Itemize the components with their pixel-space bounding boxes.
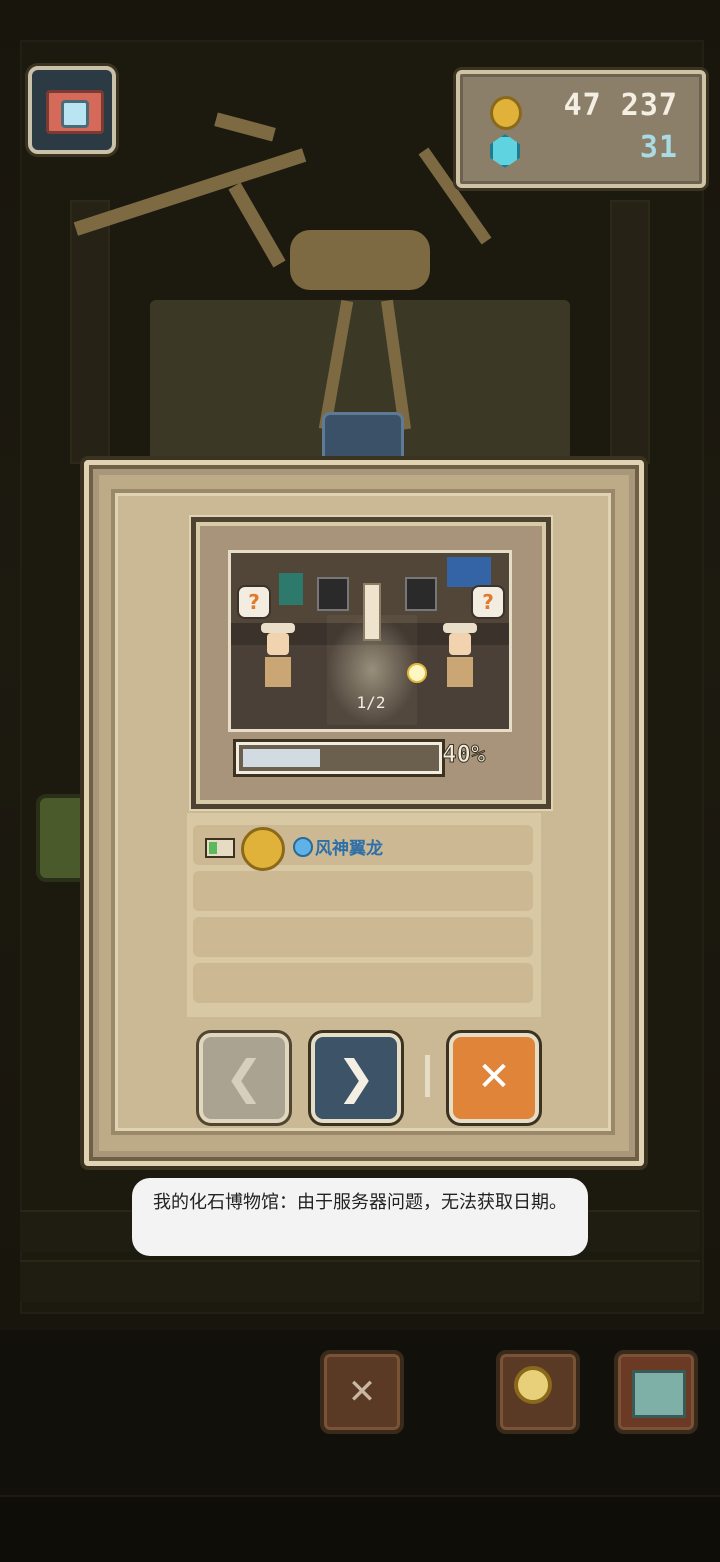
researcher [447,657,473,687]
machine [317,577,349,611]
map-button[interactable] [614,1350,698,1434]
machine [405,577,437,611]
researcher-hat [443,623,477,633]
research-dialog: ? ? 1/2 40% 风神翼龙 ❮ ❯ ✕ [84,460,644,1166]
researcher [265,657,291,687]
bottom-floor [0,1495,720,1562]
researcher-head [267,633,289,655]
research-button[interactable] [496,1350,580,1434]
fossil-ribcage [290,230,430,290]
battery-icon [205,838,235,858]
chevron-left-icon: ❮ [224,1050,264,1104]
rarity-icon [293,837,313,857]
divider [425,1055,430,1097]
dialog-body: ? ? 1/2 40% 风神翼龙 ❮ ❯ ✕ [111,489,615,1135]
close-icon: ✕ [347,1372,377,1412]
toast-text: 我的化石博物馆：由于服务器问题，无法获取日期。 [153,1192,567,1213]
gem-icon [490,134,520,168]
remove-button[interactable]: ✕ [320,1350,404,1434]
fossil-bone-exhibit [363,583,381,641]
floor-row [20,1260,700,1302]
next-button[interactable]: ❯ [311,1033,401,1123]
currency-panel: 47 237 31 [456,70,706,188]
fossil-medal-icon [241,827,285,871]
close-icon: ✕ [477,1054,511,1100]
question-bubble: ? [237,585,271,619]
list-item [193,963,533,1003]
pillar [70,200,110,464]
camera-lens [61,100,89,128]
list-item [193,917,533,957]
camera-icon [46,90,104,134]
prev-button[interactable]: ❮ [199,1033,289,1123]
progress-fill [243,749,320,767]
reward-name: 风神翼龙 [315,839,383,859]
reward-list: 风神翼龙 [187,813,541,1017]
coin-icon [490,96,522,130]
photo-button[interactable] [28,66,116,154]
researcher-hat [261,623,295,633]
books [447,557,491,587]
toast-message: 我的化石博物馆：由于服务器问题，无法获取日期。 [132,1178,588,1256]
question-bubble: ? [471,585,505,619]
magnifier-icon [407,663,427,683]
battery-level [209,842,217,854]
magnifier-icon [514,1366,552,1404]
researcher-head [449,633,471,655]
list-item: 风神翼龙 [193,825,533,871]
list-item [193,871,533,911]
chevron-right-icon: ❯ [336,1050,376,1104]
pillar [610,200,650,464]
map-icon [632,1370,686,1418]
coin-count: 47 237 [563,88,678,123]
gem-count: 31 [639,130,678,165]
page-indicator: 1/2 [356,693,386,712]
close-button[interactable]: ✕ [449,1033,539,1123]
progress-percent: 40% [441,740,486,769]
research-progress-bar [236,742,442,774]
preview-frame: ? ? 1/2 40% [191,517,551,809]
research-scene: ? ? 1/2 [228,550,512,732]
books [279,573,303,605]
exhibit-info-button[interactable] [322,412,404,466]
